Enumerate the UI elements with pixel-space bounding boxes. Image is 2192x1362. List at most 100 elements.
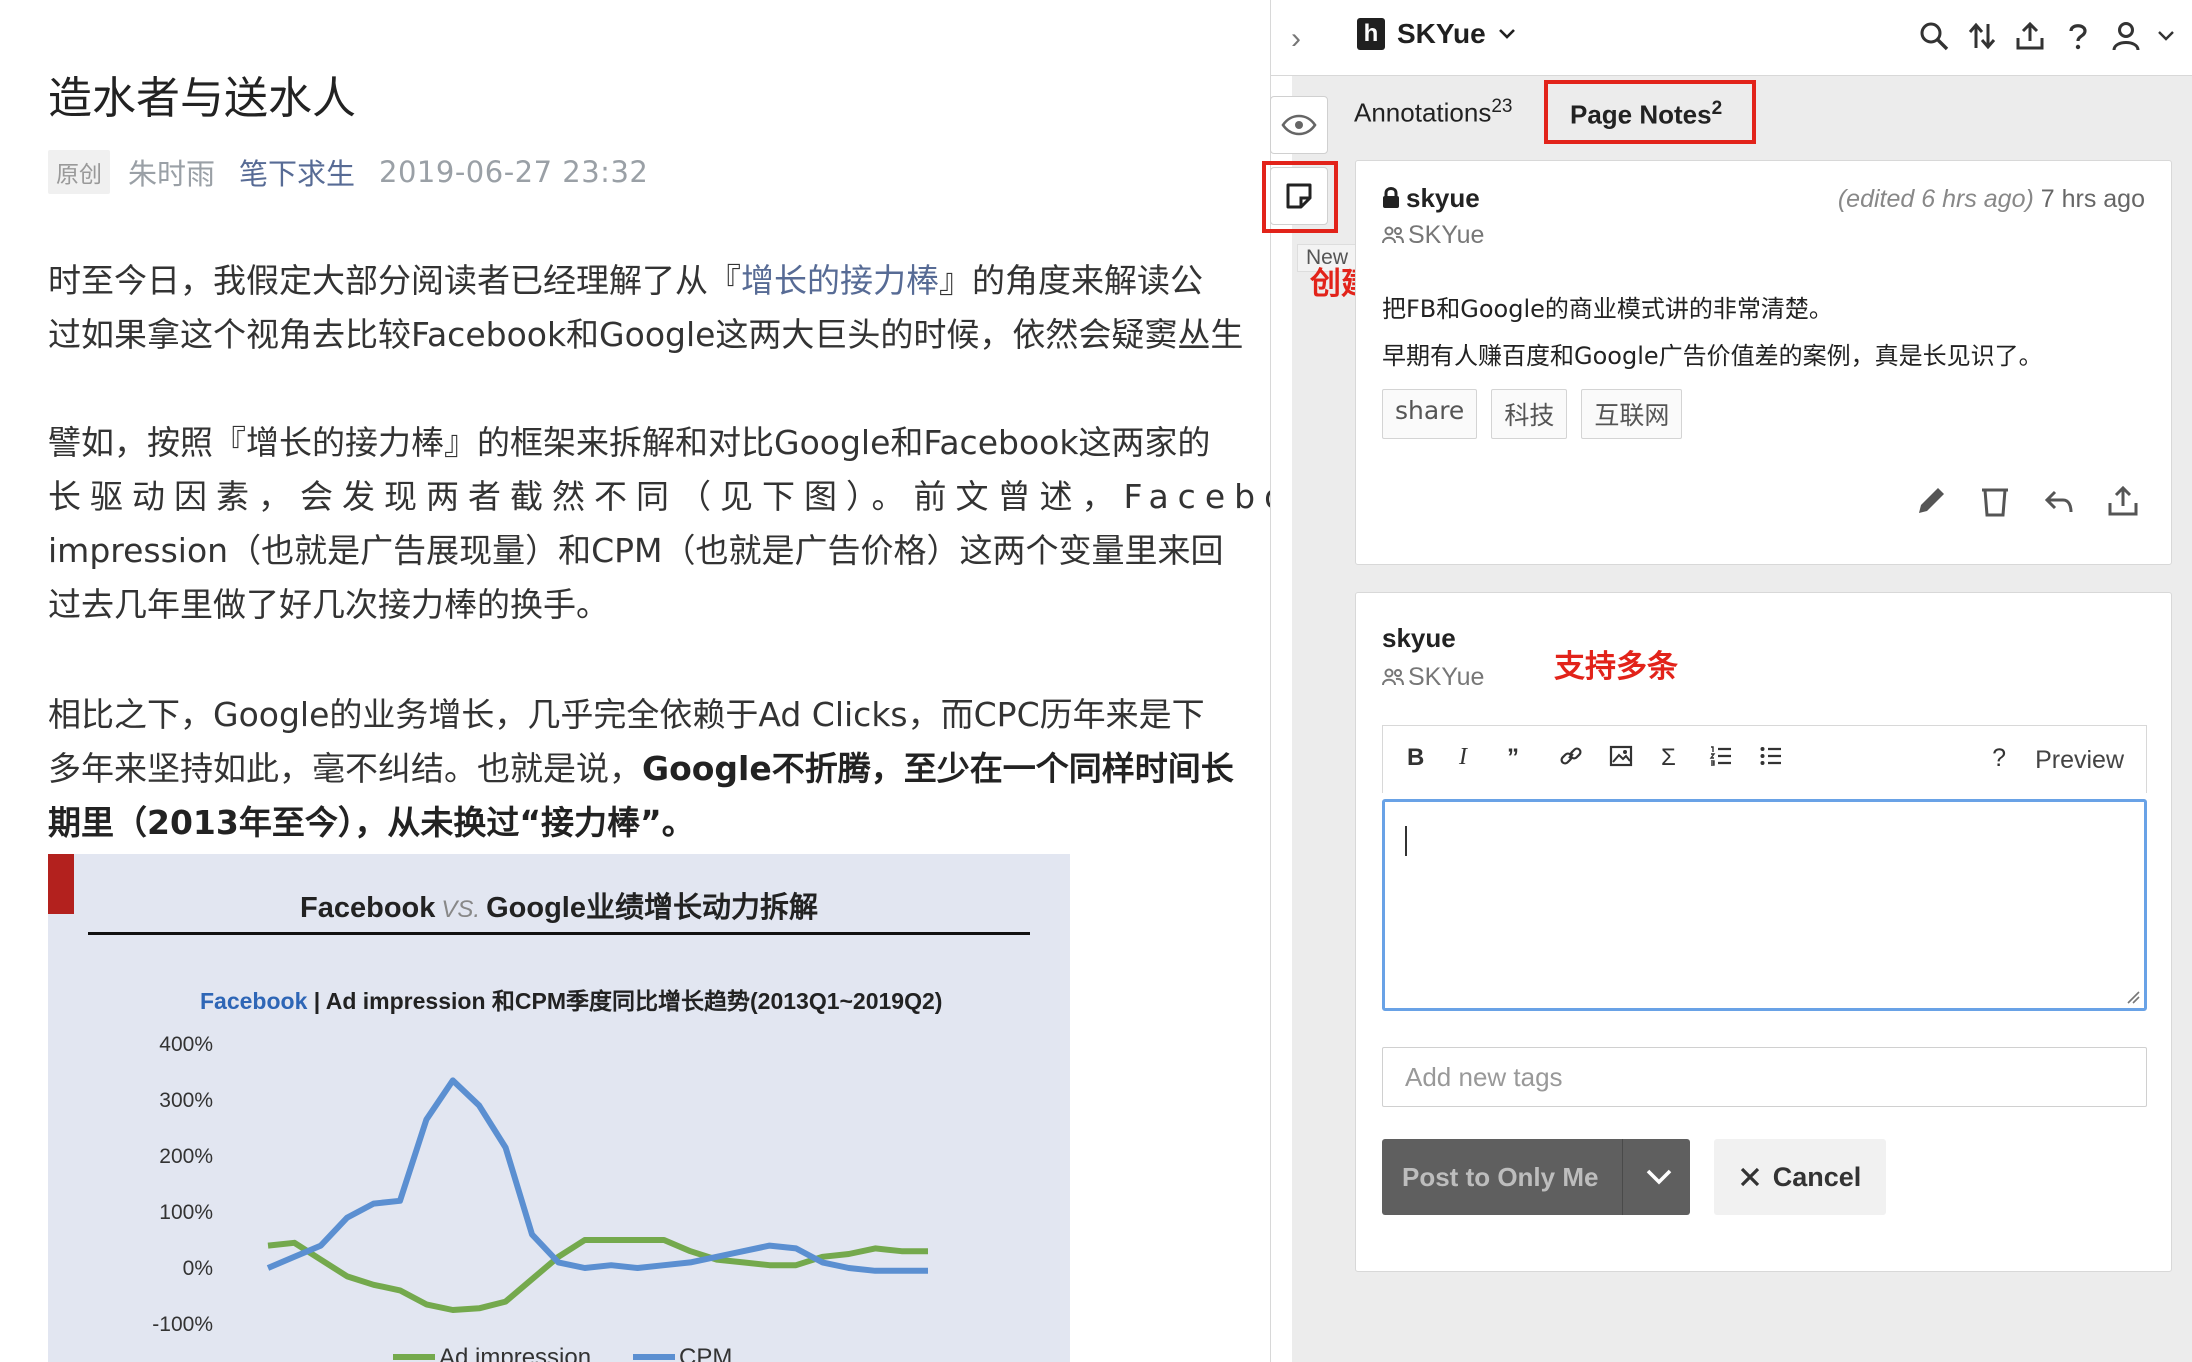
paragraph-3: 相比之下，Google的业务增长，几乎完全依赖于Ad Clicks，而CPC历年… xyxy=(48,688,1234,850)
y-tick-label: 300% xyxy=(159,1089,213,1112)
collapse-sidebar-icon[interactable]: › xyxy=(1291,22,1301,56)
hypothesis-logo-icon: h xyxy=(1357,18,1385,50)
text-cursor xyxy=(1405,826,1407,856)
note-timestamp[interactable]: (edited 6 hrs ago) 7 hrs ago xyxy=(1838,185,2145,214)
note-tags: share 科技 互联网 xyxy=(1382,389,1683,439)
highlight-box xyxy=(1262,161,1338,233)
highlight-box xyxy=(1544,80,1756,144)
article-link[interactable]: 增长的接力棒 xyxy=(741,261,939,300)
article-meta: 原创 朱时雨 笔下求生 2019-06-27 23:32 xyxy=(48,150,649,194)
user-menu-chevron-icon[interactable] xyxy=(2156,18,2176,54)
publish-date: 2019-06-27 23:32 xyxy=(379,155,649,189)
note-tag[interactable]: 互联网 xyxy=(1581,389,1683,439)
note-time: 7 hrs ago xyxy=(2033,185,2145,213)
figure-divider xyxy=(88,932,1030,935)
y-tick-label: 200% xyxy=(159,1145,213,1168)
original-badge: 原创 xyxy=(48,150,110,194)
series-line-ad-impression xyxy=(267,1237,928,1313)
lock-icon xyxy=(1383,187,1399,208)
share-icon[interactable] xyxy=(2105,483,2141,519)
eye-icon xyxy=(1281,114,1317,136)
paragraph-bold-text: 期里（2013年至今），从未换过“接力棒”。 xyxy=(48,803,695,842)
note-textarea[interactable] xyxy=(1382,799,2147,1011)
sidebar-top-bar: › h SKYue xyxy=(1270,0,2192,76)
paragraph-text: 长驱动因素，会发现两者截然不同（见下图）。前文曾述，Facebook是 xyxy=(48,477,1292,516)
bullet-list-icon[interactable] xyxy=(1759,744,1783,775)
group-icon xyxy=(1382,226,1404,244)
toggle-highlights-button[interactable] xyxy=(1270,96,1328,154)
post-button-divider xyxy=(1622,1139,1623,1215)
sidebar-edge xyxy=(1270,76,1292,1362)
line-chart: 400% 300% 200% 100% 0% -100% Ad impression CPM xyxy=(152,1033,928,1362)
link-icon[interactable] xyxy=(1559,744,1583,775)
paragraph-text: 过去几年里做了好几次接力棒的换手。 xyxy=(48,585,609,624)
legend-label: CPM xyxy=(679,1344,732,1362)
resize-handle-icon[interactable] xyxy=(2126,990,2140,1004)
group-selector[interactable]: h SKYue xyxy=(1357,18,1516,50)
paragraph-text: 过如果拿这个视角去比较Facebook和Google这两大巨头的时候，依然会疑窦… xyxy=(48,315,1244,354)
cancel-button-label: Cancel xyxy=(1772,1161,1862,1192)
note-body-line: 早期有人赚百度和Google广告价值差的案例，真是长见识了。 xyxy=(1382,342,2043,370)
post-button-label: Post to Only Me xyxy=(1402,1161,1599,1192)
page-note-card: skyue (edited 6 hrs ago) 7 hrs ago SKYue… xyxy=(1355,160,2172,565)
paragraph-text: impression（也就是广告展现量）和CPM（也就是广告价格）这两个变量里来… xyxy=(48,531,1224,570)
tags-input[interactable] xyxy=(1382,1047,2147,1107)
reply-icon[interactable] xyxy=(2041,483,2077,519)
author-name: 朱时雨 xyxy=(128,157,216,191)
tab-annotations[interactable]: Annotations23 xyxy=(1354,96,1512,129)
note-actions xyxy=(1913,483,2141,519)
close-icon xyxy=(1740,1167,1759,1187)
cancel-button[interactable]: Cancel xyxy=(1714,1139,1886,1215)
markdown-toolbar: B I ” Σ ? Preview xyxy=(1382,725,2147,793)
post-button[interactable]: Post to Only Me xyxy=(1382,1139,1690,1215)
note-tag[interactable]: 科技 xyxy=(1491,389,1568,439)
numbered-list-icon[interactable] xyxy=(1709,744,1733,775)
quote-icon[interactable]: ” xyxy=(1507,744,1519,772)
paragraph-1: 时至今日，我假定大部分阅读者已经理解了从『增长的接力棒』的角度来解读公 过如果拿… xyxy=(48,254,1243,362)
note-edited: (edited 6 hrs ago) xyxy=(1837,185,2034,213)
bold-icon[interactable]: B xyxy=(1407,744,1424,772)
note-group: SKYue xyxy=(1382,221,1484,250)
delete-icon[interactable] xyxy=(1977,483,2013,519)
note-author[interactable]: skyue xyxy=(1382,183,1480,214)
paragraph-text: 譬如，按照『增长的接力棒』的框架来拆解和对比Google和Facebook这两家… xyxy=(48,423,1211,462)
paragraph-text: 多年来坚持如此，毫不纠结。也就是说， xyxy=(48,749,642,788)
formatting-help-icon[interactable]: ? xyxy=(1992,744,2006,773)
italic-icon[interactable]: I xyxy=(1459,744,1467,771)
account-link[interactable]: 笔下求生 xyxy=(239,151,355,193)
chevron-down-icon xyxy=(1498,29,1515,39)
y-tick-label: -100% xyxy=(152,1313,213,1336)
y-tick-label: 100% xyxy=(159,1201,213,1224)
figure-title-left: Facebook xyxy=(300,892,436,924)
y-tick-label: 0% xyxy=(183,1257,213,1280)
user-icon[interactable] xyxy=(2108,18,2144,54)
top-toolbar-icons xyxy=(1916,18,2176,54)
paragraph-text: 』的角度来解读公 xyxy=(939,261,1203,300)
share-icon[interactable] xyxy=(2012,18,2048,54)
tab-label: Annotations xyxy=(1354,97,1492,128)
article-pane: 造水者与送水人 原创 朱时雨 笔下求生 2019-06-27 23:32 时至今… xyxy=(0,0,1292,1362)
group-name: SKYue xyxy=(1397,18,1486,49)
y-tick-label: 400% xyxy=(159,1033,213,1056)
chevron-down-icon[interactable] xyxy=(1644,1159,1674,1195)
figure-title-vs: VS. xyxy=(441,896,481,923)
note-body-line: 把FB和Google的商业模式讲的非常清楚。 xyxy=(1382,295,1833,323)
editor-group: SKYue xyxy=(1382,663,1484,692)
paragraph-2: 譬如，按照『增长的接力棒』的框架来拆解和对比Google和Facebook这两家… xyxy=(48,416,1292,632)
figure-title: Facebook VS. Google业绩增长动力拆解 xyxy=(48,884,1070,926)
legend-label: Ad impression xyxy=(439,1344,591,1362)
math-icon[interactable]: Σ xyxy=(1661,744,1676,772)
article-title: 造水者与送水人 xyxy=(48,73,356,124)
help-icon[interactable] xyxy=(2060,18,2096,54)
search-icon[interactable] xyxy=(1916,18,1952,54)
paragraph-text: 时至今日，我假定大部分阅读者已经理解了从『 xyxy=(48,261,741,300)
note-tag[interactable]: share xyxy=(1382,389,1478,439)
editor-author: skyue xyxy=(1382,623,1456,653)
preview-toggle[interactable]: Preview xyxy=(2035,746,2124,775)
edit-icon[interactable] xyxy=(1913,483,1949,519)
article-figure: Facebook VS. Google业绩增长动力拆解 Facebook | Ad … xyxy=(48,854,1070,1362)
tab-count: 23 xyxy=(1491,96,1513,117)
new-note-card: skyue SKYue 支持多条 B I ” Σ ? Preview Post … xyxy=(1355,592,2172,1272)
image-icon[interactable] xyxy=(1609,744,1633,775)
sort-icon[interactable] xyxy=(1964,18,2000,54)
